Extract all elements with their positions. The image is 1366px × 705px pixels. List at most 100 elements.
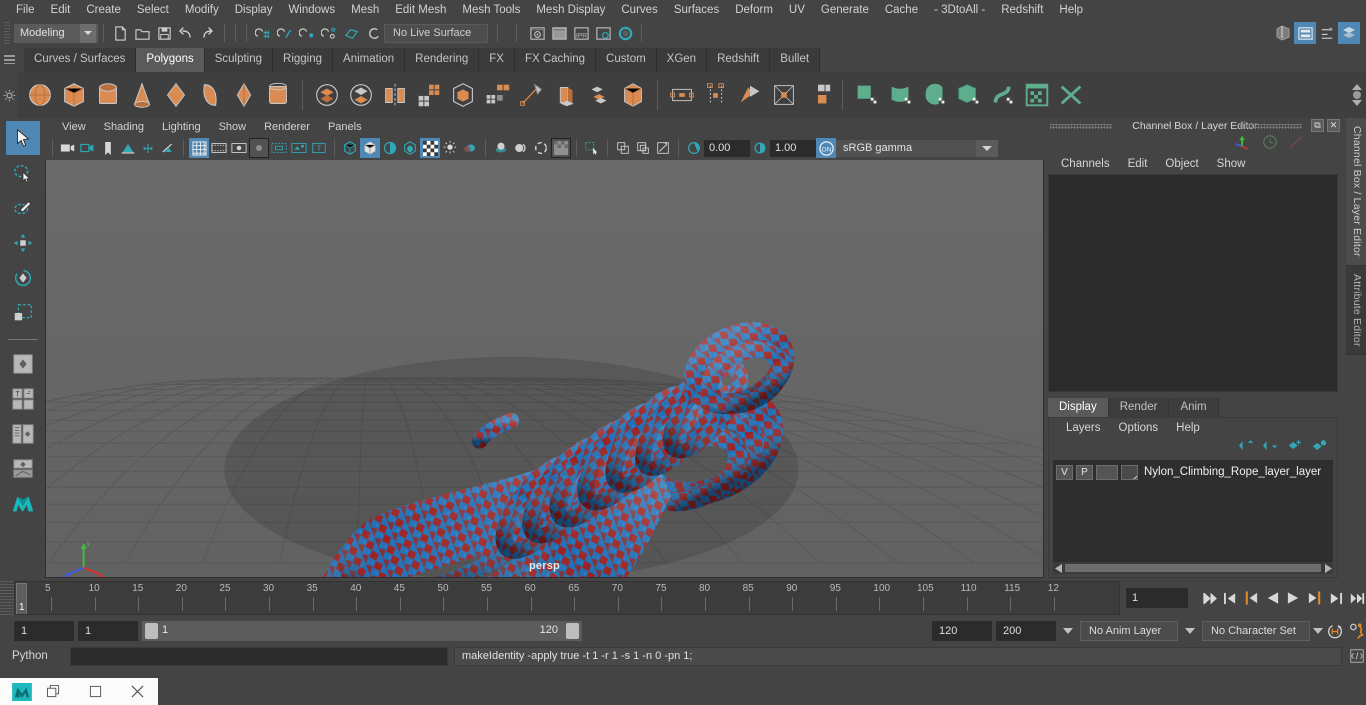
- menu-item-redshift[interactable]: Redshift: [993, 0, 1051, 20]
- isolate-select-icon[interactable]: [582, 138, 602, 158]
- menu-item-mesh-tools[interactable]: Mesh Tools: [454, 0, 528, 20]
- xray-joints-toggle-icon[interactable]: [653, 138, 673, 158]
- film-gate-icon[interactable]: [209, 138, 229, 158]
- color-management-chevron-down-icon[interactable]: [976, 139, 998, 157]
- menu-item-curves[interactable]: Curves: [613, 0, 665, 20]
- viewport-menu-show[interactable]: Show: [210, 121, 256, 133]
- anim-start-time-field[interactable]: 1: [14, 621, 74, 641]
- shelf-tab-redshift[interactable]: Redshift: [707, 48, 771, 72]
- close-window-icon[interactable]: [116, 678, 158, 705]
- menu-item-surfaces[interactable]: Surfaces: [666, 0, 727, 20]
- attribute-editor-toggle-icon[interactable]: [1294, 22, 1316, 44]
- menu-item-help[interactable]: Help: [1051, 0, 1091, 20]
- shadows-icon[interactable]: [158, 138, 178, 158]
- poly-cone-icon[interactable]: [126, 78, 158, 112]
- snap-to-point-icon[interactable]: [296, 22, 318, 44]
- maya-logo-icon[interactable]: [6, 487, 40, 521]
- poly-cube-icon[interactable]: [58, 78, 90, 112]
- step-back-keyframe-icon[interactable]: [1221, 587, 1240, 609]
- render-settings-icon[interactable]: [592, 22, 614, 44]
- depth-of-field-icon[interactable]: [551, 138, 571, 158]
- uv-cylindrical-icon[interactable]: [885, 78, 917, 112]
- script-editor-icon[interactable]: [1348, 647, 1366, 665]
- menu-item-deform[interactable]: Deform: [727, 0, 781, 20]
- xray-joints-icon[interactable]: T: [309, 138, 329, 158]
- extrude-icon[interactable]: [549, 78, 581, 112]
- menu-item-3dtoall[interactable]: - 3DtoAll -: [926, 0, 993, 20]
- playback-end-time-field[interactable]: 120: [932, 621, 992, 641]
- character-set-select[interactable]: No Character Set: [1202, 621, 1310, 641]
- move-axis-gizmo-icon[interactable]: [1234, 134, 1252, 155]
- menu-item-display[interactable]: Display: [227, 0, 281, 20]
- channel-box-menu-edit[interactable]: Edit: [1119, 158, 1157, 170]
- vertical-tab-channel-box[interactable]: Channel Box / Layer Editor: [1346, 118, 1366, 266]
- layer-list-horizontal-scrollbar[interactable]: [1053, 562, 1333, 574]
- channel-box-menu-channels[interactable]: Channels: [1052, 158, 1119, 170]
- current-time-indicator[interactable]: 1: [16, 583, 27, 614]
- menu-item-create[interactable]: Create: [78, 0, 129, 20]
- layer-menu-layers[interactable]: Layers: [1057, 422, 1110, 434]
- two-sided-lighting-icon[interactable]: [138, 138, 158, 158]
- menu-item-uv[interactable]: UV: [781, 0, 813, 20]
- select-camera-icon[interactable]: [58, 138, 78, 158]
- drag-dots-left[interactable]: [1050, 124, 1112, 129]
- go-to-start-icon[interactable]: [1200, 587, 1219, 609]
- clock-icon[interactable]: [1262, 134, 1278, 155]
- uv-cut-icon[interactable]: [1055, 78, 1087, 112]
- shelf-scroll-controls[interactable]: [1348, 72, 1366, 118]
- channel-box-content[interactable]: [1048, 174, 1338, 392]
- shelf-tab-rigging[interactable]: Rigging: [273, 48, 334, 72]
- playback-start-time-field[interactable]: 1: [78, 621, 138, 641]
- step-forward-frame-icon[interactable]: [1305, 587, 1324, 609]
- shelf-tab-curves-surfaces[interactable]: Curves / Surfaces: [24, 48, 137, 72]
- color-management-select[interactable]: sRGB gamma: [836, 139, 976, 157]
- layer-color-swatch[interactable]: [1121, 464, 1138, 480]
- character-set-chevron-down-icon[interactable]: [1182, 621, 1198, 641]
- select-tool-icon[interactable]: [5, 121, 40, 155]
- tool-settings-toggle-icon[interactable]: [1316, 22, 1338, 44]
- step-back-frame-icon[interactable]: [1242, 587, 1261, 609]
- snap-to-grid-icon[interactable]: [252, 22, 274, 44]
- shelf-tab-fx[interactable]: FX: [479, 48, 515, 72]
- play-backwards-icon[interactable]: [1263, 587, 1282, 609]
- menu-item-modify[interactable]: Modify: [177, 0, 227, 20]
- shelf-tab-animation[interactable]: Animation: [333, 48, 406, 72]
- animation-preferences-icon[interactable]: [1348, 622, 1366, 640]
- anim-end-time-field[interactable]: 200: [996, 621, 1056, 641]
- viewport-menu-renderer[interactable]: Renderer: [255, 121, 319, 133]
- layer-visibility-toggle[interactable]: V: [1056, 464, 1073, 480]
- multi-cut-icon[interactable]: [481, 78, 513, 112]
- textured-mode-icon[interactable]: [420, 138, 440, 158]
- texture-placement-icon[interactable]: [289, 138, 309, 158]
- live-surface-field[interactable]: No Live Surface: [384, 23, 488, 43]
- scale-tool-icon[interactable]: [6, 296, 40, 330]
- viewport-3d[interactable]: y x z persp: [45, 160, 1044, 578]
- new-scene-icon[interactable]: [109, 22, 131, 44]
- open-scene-icon[interactable]: [131, 22, 153, 44]
- layer-tab-anim[interactable]: Anim: [1169, 398, 1219, 417]
- uv-spherical-icon[interactable]: [919, 78, 951, 112]
- separate-icon[interactable]: [345, 78, 377, 112]
- restore-icon[interactable]: ⧉: [1311, 119, 1324, 132]
- scroll-thumb[interactable]: [1065, 564, 1321, 572]
- layer-tab-render[interactable]: Render: [1108, 398, 1170, 417]
- menu-item-cache[interactable]: Cache: [877, 0, 926, 20]
- current-frame-field[interactable]: 1: [1126, 588, 1188, 608]
- time-slider[interactable]: 1 5 10 15 20 25 30 35 40 45 50 55 60 65 70 75 80 85 90 95 1…: [14, 581, 1120, 615]
- offset-edge-loop-icon[interactable]: [734, 78, 766, 112]
- mirror-icon[interactable]: [379, 78, 411, 112]
- merge-icon[interactable]: [802, 78, 834, 112]
- layer-menu-help[interactable]: Help: [1167, 422, 1209, 434]
- shelf-tab-custom[interactable]: Custom: [596, 48, 657, 72]
- viewport-menu-view[interactable]: View: [53, 121, 95, 133]
- display-layer-list[interactable]: V P Nylon_Climbing_Rope_layer_layer: [1053, 460, 1333, 562]
- ambient-occlusion-icon[interactable]: [491, 138, 511, 158]
- rotate-tool-icon[interactable]: [6, 261, 40, 295]
- shelf-tab-xgen[interactable]: XGen: [656, 48, 708, 72]
- uv-plane-icon[interactable]: [851, 78, 883, 112]
- single-perspective-layout-icon[interactable]: [6, 347, 40, 381]
- shelf-tab-bullet[interactable]: Bullet: [770, 48, 821, 72]
- shelf-tab-sculpting[interactable]: Sculpting: [204, 48, 274, 72]
- toggle-modeling-toolkit-icon[interactable]: [1272, 22, 1294, 44]
- undo-icon[interactable]: [175, 22, 197, 44]
